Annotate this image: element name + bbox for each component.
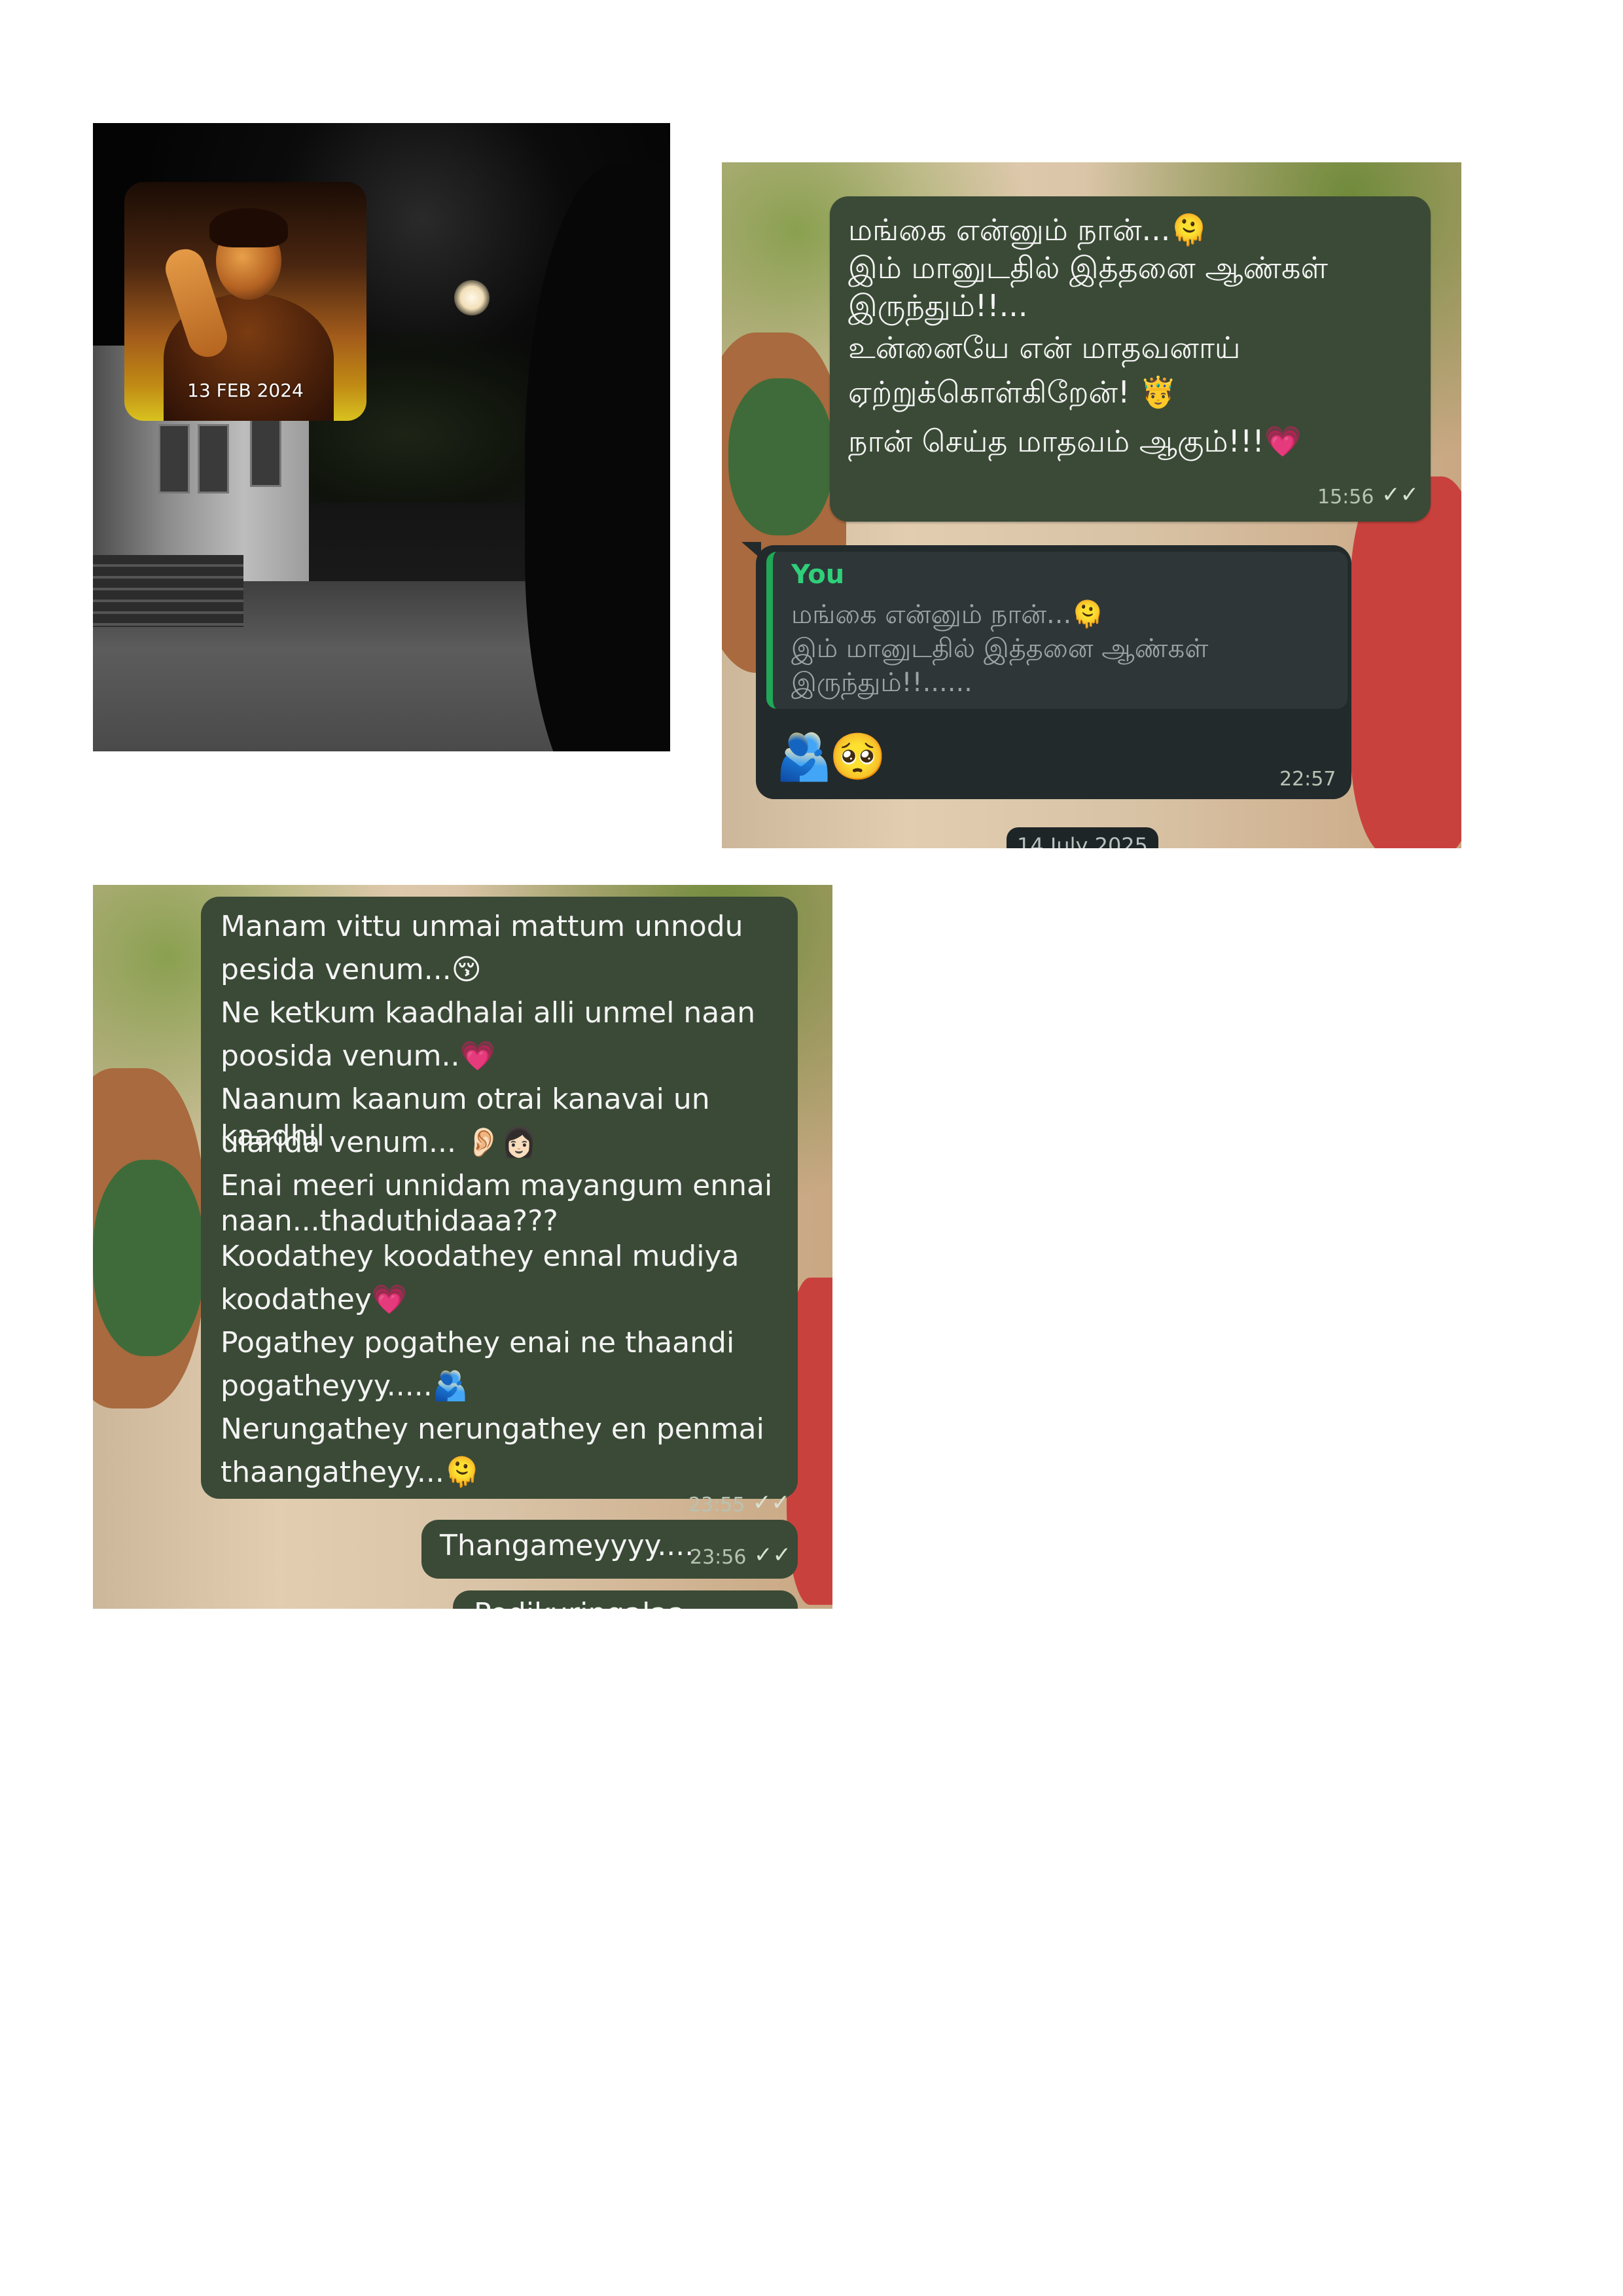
message-line: Koodathey koodathey ennal mudiya [221,1240,740,1273]
night-photo: 13 FEB 2024 [93,123,670,751]
message-line: Enai meeri unnidam mayangum ennai [221,1169,773,1202]
read-ticks-icon: ✓✓ [754,1542,791,1568]
message-line: நான் செய்த மாதவம் ஆகும்!!!💗 [848,423,1302,459]
incoming-reply-message[interactable]: You மங்கை என்னும் நான்...🫠 இம் மானுடதில்… [756,545,1351,799]
moon [454,280,490,315]
window [250,418,281,487]
avatar: 13 FEB 2024 [124,182,366,421]
read-ticks-icon: ✓✓ [1382,482,1419,508]
message-line: ஏற்றுக்கொள்கிறேன்! 🤴 [848,374,1177,410]
wallpaper-sleeve [93,1160,204,1356]
message-time: 23:56 [690,1546,747,1569]
message-text: Thangameyyyy.... [440,1529,694,1562]
message-line: poosida venum..💗 [221,1039,496,1073]
pleading-emoji: 🥺 [829,730,887,783]
message-line: pogatheyyy.....🫂 [221,1369,469,1403]
message-line: pesida venum...😚 [221,953,482,986]
wallpaper-sleeve [728,378,833,535]
avatar-hair [209,208,288,247]
message-line: naan...thaduthidaaa??? [221,1204,558,1238]
window [158,424,190,493]
chat-screenshot-1: மங்கை என்னும் நான்...🫠 இம் மானுடதில் இத்… [722,162,1461,848]
window [198,424,229,493]
message-line: ularida venum... 👂🏻👩🏻 [221,1126,537,1159]
message-time: 22:57 [1279,768,1336,791]
message-line: Nerungathey nerungathey en penmai [221,1412,764,1446]
outgoing-message-partial[interactable]: Podikuringalaa [453,1590,798,1609]
outgoing-message[interactable]: மங்கை என்னும் நான்...🫠 இம் மானுடதில் இத்… [830,196,1431,522]
message-text: Podikuringalaa [474,1597,685,1609]
message-line: Manam vittu unmai mattum unnodu [221,910,743,943]
wallpaper-sari [1350,476,1461,848]
quote-line: இருந்தும்!!...... [791,668,972,698]
message-line: இருந்தும்!!... [848,288,1028,323]
message-line: Pogathey pogathey enai ne thaandi [221,1326,735,1359]
avatar-date: 13 FEB 2024 [187,380,304,401]
message-time: 15:56 [1317,486,1374,509]
stairs [93,555,243,627]
hug-emoji: 🫂 [776,730,833,783]
message-line: மங்கை என்னும் நான்...🫠 [848,212,1208,247]
outgoing-message[interactable]: Thangameyyyy.... 23:56 ✓✓ [421,1520,798,1579]
message-line: உன்னையே என் மாதவனாய் [848,330,1241,365]
quote-line: இம் மானுடதில் இத்தனை ஆண்கள் [791,634,1209,664]
quote-line: மங்கை என்னும் நான்...🫠 [791,600,1104,630]
chat-screenshot-2: Manam vittu unmai mattum unnodu pesida v… [93,885,832,1609]
outgoing-message[interactable]: Manam vittu unmai mattum unnodu pesida v… [201,897,798,1516]
date-separator: 14 July 2025 [1007,827,1158,848]
quoted-message[interactable]: You மங்கை என்னும் நான்...🫠 இம் மானுடதில்… [766,552,1347,709]
message-line: koodathey💗 [221,1283,408,1316]
message-line: thaangatheyy...🫠 [221,1456,480,1489]
message-line: Ne ketkum kaadhalai alli unmel naan [221,996,756,1030]
message-line: இம் மானுடதில் இத்தனை ஆண்கள் [848,250,1328,285]
quote-sender: You [791,560,845,590]
read-ticks-icon: ✓✓ [753,1490,790,1516]
message-time: 23:55 [688,1494,745,1516]
